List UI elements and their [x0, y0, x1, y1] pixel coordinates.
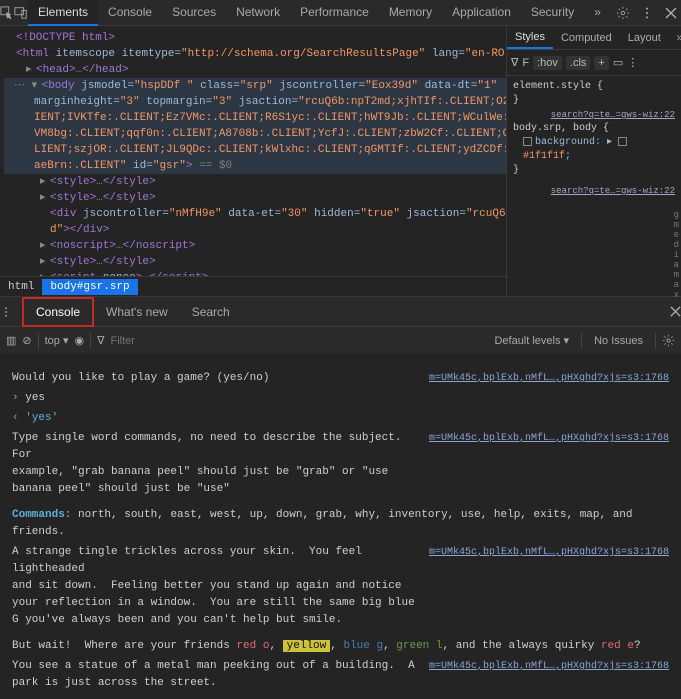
device-toggle-icon[interactable] [14, 0, 28, 26]
issues-count[interactable]: No Issues [588, 333, 649, 349]
kebab-icon[interactable] [0, 306, 22, 318]
tab-styles[interactable]: Styles [507, 27, 553, 49]
filter-label: F [522, 57, 529, 69]
tab-console[interactable]: Console [98, 0, 162, 26]
styles-pane: Styles Computed Layout » ∇ F :hov .cls +… [506, 26, 681, 296]
tab-memory[interactable]: Memory [379, 0, 442, 26]
rule-selector: body.srp, body { [513, 122, 675, 136]
brace: } [513, 164, 675, 178]
source-link[interactable]: m=UMk45c,bplExb,nMfL…,pHXghd?xjs=s3:1768 [429, 370, 669, 387]
sidebar-toggle-icon[interactable]: ▥ [6, 334, 16, 347]
element-style-selector: element.style { [513, 80, 675, 94]
context-selector[interactable]: top ▾ [45, 334, 69, 347]
eye-icon[interactable]: ◉ [75, 334, 85, 347]
more-icon[interactable]: ⋮ [627, 56, 638, 69]
tab-computed[interactable]: Computed [553, 28, 620, 48]
brace: } [513, 94, 675, 108]
tab-layout[interactable]: Layout [620, 28, 669, 48]
drawer-tab-search[interactable]: Search [180, 299, 242, 325]
source-link[interactable]: m=UMk45c,bplExb,nMfL…,pHXghd?xjs=s3:1768 [429, 430, 669, 447]
styles-body[interactable]: element.style { } search?q=te…=gws-wiz:2… [507, 76, 681, 202]
rule-source-link[interactable]: search?q=te…=gws-wiz:22 [513, 108, 675, 122]
console-toolbar: ▥ ⊘ top ▾ ◉ ∇ Default levels ▾ No Issues [0, 326, 681, 354]
log-levels[interactable]: Default levels ▾ [488, 332, 575, 349]
clear-console-icon[interactable]: ⊘ [22, 334, 31, 347]
filter-icon[interactable]: ∇ [511, 56, 518, 69]
tab-sources[interactable]: Sources [162, 0, 226, 26]
tab-elements[interactable]: Elements [28, 0, 98, 26]
cls-toggle[interactable]: .cls [566, 56, 591, 70]
kebab-icon[interactable] [635, 0, 659, 26]
console-line: You see a statue of a metal man peeking … [12, 658, 415, 692]
gear-icon[interactable] [662, 334, 675, 347]
doctype: <!DOCTYPE html> [16, 32, 115, 44]
close-icon[interactable] [670, 306, 681, 317]
console-line: But wait! Where are your friends red o, … [12, 638, 669, 655]
tab-more[interactable]: » [584, 0, 611, 26]
add-rule-icon[interactable]: + [594, 56, 608, 70]
console-input-echo: yes [25, 392, 45, 404]
console-return: 'yes' [25, 412, 58, 424]
drawer-tab-whatsnew[interactable]: What's new [94, 299, 180, 325]
breadcrumb[interactable]: html body#gsr.srp [0, 276, 506, 296]
console-line: Commands: north, south, east, west, up, … [12, 507, 669, 541]
tab-application[interactable]: Application [442, 0, 521, 26]
inspect-icon[interactable] [0, 0, 14, 26]
tab-network[interactable]: Network [226, 0, 290, 26]
rule-source-link[interactable]: search?q=te…=gws-wiz:22 [513, 184, 675, 198]
css-prop[interactable]: background: ▸ #1f1f1f; [513, 136, 675, 164]
source-link[interactable]: m=UMk45c,bplExb,nMfL…,pHXghd?xjs=s3:1768 [429, 544, 669, 561]
close-icon[interactable] [659, 0, 681, 26]
drawer-tabs: Console What's new Search [0, 296, 681, 326]
filter-input[interactable] [110, 335, 190, 347]
media-letters: gmediamax [674, 210, 679, 296]
console-line: A strange tingle trickles across your sk… [12, 544, 415, 629]
console-line: Would you like to play a game? (yes/no) [12, 370, 415, 387]
tab-more[interactable]: » [669, 28, 681, 48]
gear-icon[interactable] [611, 0, 635, 26]
styles-filter-bar: ∇ F :hov .cls + ▭ ⋮ [507, 50, 681, 76]
tab-security[interactable]: Security [521, 0, 584, 26]
drawer-tab-console[interactable]: Console [22, 297, 94, 327]
crumb-body[interactable]: body#gsr.srp [42, 279, 137, 295]
console-line: Type single word commands, no need to de… [12, 430, 415, 498]
tab-performance[interactable]: Performance [290, 0, 379, 26]
main-tabs: Elements Console Sources Network Perform… [28, 0, 611, 26]
filter-icon[interactable]: ∇ [97, 334, 104, 347]
hov-toggle[interactable]: :hov [533, 56, 562, 70]
computed-styles-icon[interactable]: ▭ [613, 56, 623, 69]
console-output[interactable]: Would you like to play a game? (yes/no) … [0, 354, 681, 699]
main-row: <!DOCTYPE html> <html itemscope itemtype… [0, 26, 681, 296]
devtools-toolbar: Elements Console Sources Network Perform… [0, 0, 681, 26]
elements-tree[interactable]: <!DOCTYPE html> <html itemscope itemtype… [0, 26, 506, 276]
source-link[interactable]: m=UMk45c,bplExb,nMfL…,pHXghd?xjs=s3:1768 [429, 658, 669, 675]
styles-tabs: Styles Computed Layout » [507, 26, 681, 50]
crumb-html[interactable]: html [0, 279, 42, 295]
